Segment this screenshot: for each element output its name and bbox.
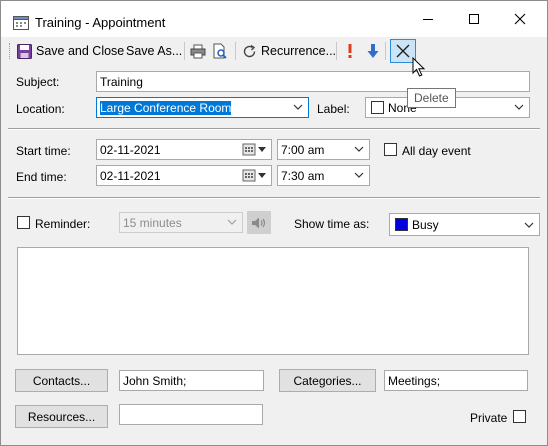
calendar-icon bbox=[13, 16, 29, 30]
resources-button[interactable]: Resources... bbox=[15, 405, 108, 428]
minimize-icon bbox=[423, 19, 433, 20]
print-preview-icon bbox=[213, 43, 227, 59]
maximize-icon bbox=[469, 14, 479, 24]
location-combobox[interactable]: Large Conference Room bbox=[96, 97, 309, 118]
save-and-close-label: Save and Close bbox=[36, 44, 125, 58]
contacts-button-label: Contacts... bbox=[32, 373, 91, 388]
toolbar-separator bbox=[184, 42, 185, 60]
close-icon bbox=[514, 13, 526, 25]
section-divider bbox=[8, 197, 540, 199]
all-day-event-checkbox[interactable] bbox=[384, 143, 397, 156]
show-time-as-label: Show time as: bbox=[294, 217, 370, 231]
label-label: Label: bbox=[317, 102, 350, 116]
contacts-value: John Smith; bbox=[123, 374, 187, 388]
minimize-button[interactable] bbox=[405, 1, 451, 37]
calendar-dropdown-icon[interactable] bbox=[242, 169, 268, 182]
reminder-combobox[interactable]: 15 minutes bbox=[119, 212, 243, 233]
maximize-button[interactable] bbox=[451, 1, 497, 37]
end-time-combobox[interactable]: 7:30 am bbox=[277, 165, 370, 186]
toolbar-separator bbox=[385, 42, 386, 60]
speaker-icon bbox=[252, 217, 266, 228]
delete-tooltip: Delete bbox=[407, 88, 456, 108]
resources-input[interactable] bbox=[119, 404, 263, 425]
recurrence-icon bbox=[243, 44, 256, 57]
delete-icon bbox=[396, 44, 410, 58]
chevron-down-icon[interactable] bbox=[293, 103, 303, 111]
subject-input[interactable]: Training bbox=[96, 71, 530, 92]
low-importance-button[interactable] bbox=[367, 40, 379, 62]
toolbar-separator bbox=[235, 42, 236, 60]
chevron-down-icon[interactable] bbox=[354, 171, 364, 179]
save-icon bbox=[17, 43, 32, 59]
categories-value: Meetings; bbox=[388, 374, 441, 388]
low-importance-icon bbox=[367, 44, 379, 58]
printer-icon bbox=[190, 44, 206, 58]
subject-label: Subject: bbox=[16, 75, 60, 89]
end-time-label: End time: bbox=[16, 170, 67, 184]
categories-button[interactable]: Categories... bbox=[279, 369, 376, 392]
reminder-value: 15 minutes bbox=[123, 216, 182, 230]
categories-input[interactable]: Meetings; bbox=[384, 370, 528, 391]
toolbar: Save and Close Save As... Recurrence... bbox=[1, 37, 547, 64]
toolbar-grip[interactable] bbox=[9, 43, 12, 59]
resources-button-label: Resources... bbox=[27, 409, 96, 424]
categories-button-label: Categories... bbox=[293, 373, 362, 388]
subject-value: Training bbox=[100, 75, 143, 89]
high-importance-button[interactable] bbox=[347, 40, 353, 62]
contacts-button[interactable]: Contacts... bbox=[15, 369, 108, 392]
chevron-down-icon[interactable] bbox=[227, 218, 237, 226]
all-day-event-label: All day event bbox=[402, 144, 471, 158]
close-window-button[interactable] bbox=[497, 1, 543, 37]
mouse-cursor-icon bbox=[412, 57, 426, 77]
label-color-swatch bbox=[371, 101, 384, 114]
save-as-button[interactable]: Save As... bbox=[126, 40, 182, 62]
reminder-label: Reminder: bbox=[35, 217, 91, 231]
chevron-down-icon[interactable] bbox=[524, 221, 534, 229]
save-and-close-button[interactable]: Save and Close bbox=[17, 40, 124, 62]
end-date-picker[interactable]: 02-11-2021 bbox=[96, 165, 272, 186]
start-time-label: Start time: bbox=[16, 144, 71, 158]
notes-textarea[interactable] bbox=[17, 247, 529, 355]
location-label: Location: bbox=[16, 102, 65, 116]
recurrence-label: Recurrence... bbox=[261, 44, 337, 58]
title-bar: Training - Appointment bbox=[1, 1, 547, 37]
busy-color-swatch bbox=[395, 218, 408, 231]
end-time-value: 7:30 am bbox=[281, 169, 325, 183]
print-button[interactable] bbox=[190, 40, 206, 62]
calendar-dropdown-icon[interactable] bbox=[242, 143, 268, 156]
reminder-checkbox[interactable] bbox=[17, 216, 30, 229]
show-time-as-combobox[interactable]: Busy bbox=[389, 213, 540, 236]
section-divider bbox=[8, 128, 540, 130]
appointment-window: Training - Appointment Save and Close Sa… bbox=[0, 0, 548, 446]
start-date-value: 02-11-2021 bbox=[100, 143, 161, 157]
save-as-label: Save As... bbox=[126, 44, 183, 58]
toolbar-separator bbox=[336, 42, 337, 60]
start-time-value: 7:00 am bbox=[281, 143, 325, 157]
contacts-input[interactable]: John Smith; bbox=[119, 370, 264, 391]
chevron-down-icon[interactable] bbox=[354, 145, 364, 153]
location-value: Large Conference Room bbox=[100, 101, 232, 115]
print-preview-button[interactable] bbox=[212, 40, 228, 62]
end-date-value: 02-11-2021 bbox=[100, 169, 161, 183]
private-checkbox[interactable] bbox=[513, 410, 526, 423]
chevron-down-icon[interactable] bbox=[514, 103, 524, 111]
start-time-combobox[interactable]: 7:00 am bbox=[277, 139, 370, 160]
window-title: Training - Appointment bbox=[35, 15, 166, 30]
recurrence-button[interactable]: Recurrence... bbox=[242, 40, 336, 62]
high-importance-icon bbox=[348, 44, 352, 58]
private-label: Private bbox=[470, 411, 508, 425]
show-time-as-value: Busy bbox=[412, 218, 439, 232]
reminder-sound-button[interactable] bbox=[247, 211, 271, 234]
start-date-picker[interactable]: 02-11-2021 bbox=[96, 139, 272, 160]
